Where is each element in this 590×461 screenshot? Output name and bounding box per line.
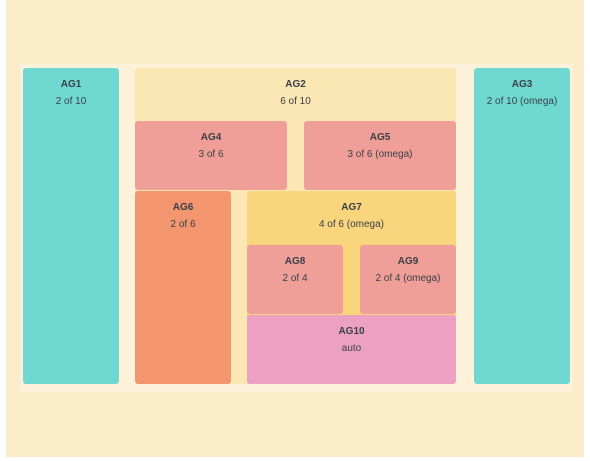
area-ag1: AG1 2 of 10 xyxy=(23,68,119,384)
area-ag6: AG6 2 of 6 xyxy=(135,191,231,384)
area-ag4: AG4 3 of 6 xyxy=(135,121,287,190)
area-span: 4 of 6 (omega) xyxy=(318,219,385,230)
area-span: 2 of 4 (omega) xyxy=(375,273,441,284)
area-title: AG8 xyxy=(284,256,306,267)
area-title: AG2 xyxy=(285,79,306,90)
area-ag3: AG3 2 of 10 (omega) xyxy=(474,68,570,384)
area-title: AG9 xyxy=(397,256,419,267)
area-title: AG7 xyxy=(341,202,362,213)
area-title: AG10 xyxy=(338,326,365,337)
area-title: AG4 xyxy=(200,132,222,143)
area-ag10: AG10 auto xyxy=(247,315,456,384)
area-ag5: AG5 3 of 6 (omega) xyxy=(304,121,456,190)
area-ag8: AG8 2 of 4 xyxy=(247,245,343,314)
area-ag9: AG9 2 of 4 (omega) xyxy=(360,245,456,314)
area-span: 3 of 6 xyxy=(198,149,224,160)
area-title: AG6 xyxy=(172,202,194,213)
area-span: 3 of 6 (omega) xyxy=(347,149,413,160)
area-span: 6 of 10 xyxy=(280,96,311,107)
area-span: auto xyxy=(341,343,362,354)
area-title: AG3 xyxy=(511,79,533,90)
area-title: AG1 xyxy=(60,79,82,90)
area-span: 2 of 6 xyxy=(170,219,196,230)
area-span: 2 of 10 (omega) xyxy=(486,96,558,107)
area-span: 2 of 10 xyxy=(55,96,87,107)
area-title: AG5 xyxy=(369,132,391,143)
area-span: 2 of 4 xyxy=(282,273,308,284)
